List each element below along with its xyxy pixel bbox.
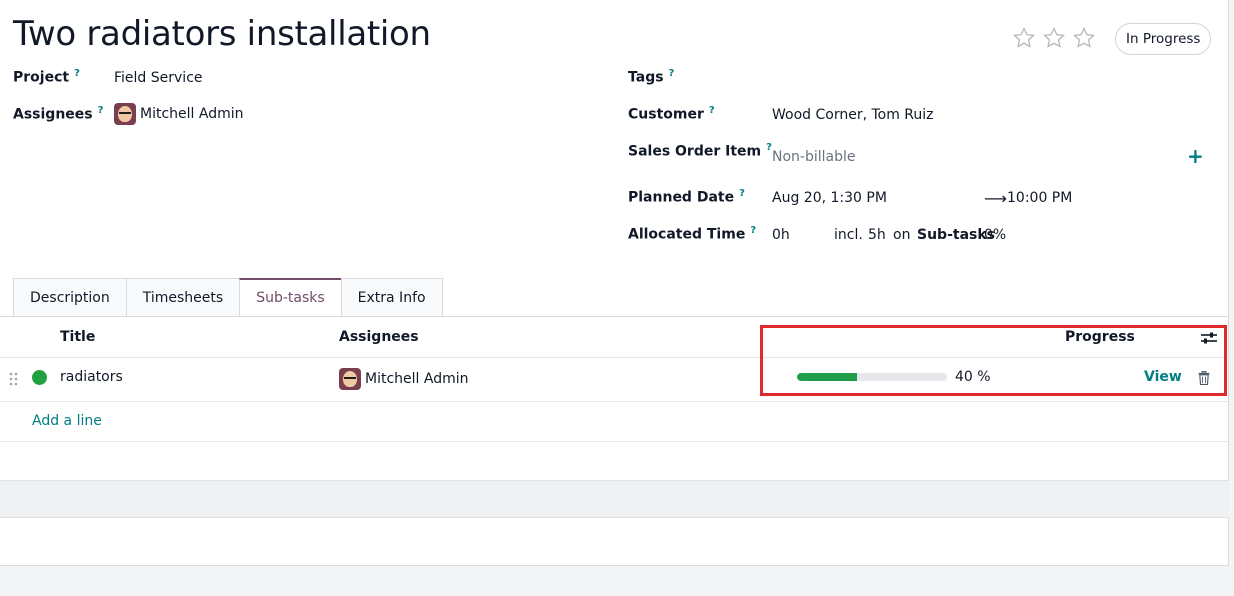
planned-start-field[interactable]: Aug 20, 1:30 PM <box>772 190 887 206</box>
progress-bar <box>797 373 947 381</box>
tab-description[interactable]: Description <box>13 278 126 317</box>
priority-stars[interactable] <box>1012 26 1096 50</box>
star-icon[interactable] <box>1072 26 1096 50</box>
form-sheet: Two radiators installation In Progress P… <box>0 0 1229 566</box>
star-icon[interactable] <box>1042 26 1066 50</box>
project-label: Project? <box>13 68 80 86</box>
sale-line-input[interactable]: Non-billable <box>772 149 856 165</box>
allocated-time-field[interactable]: 0h <box>772 227 790 243</box>
assignees-label: Assignees? <box>13 105 104 123</box>
allocated-time-label: Allocated Time? <box>628 225 757 243</box>
planned-date-label: Planned Date? <box>628 188 745 206</box>
help-icon[interactable]: ? <box>98 105 104 116</box>
subtask-assignee[interactable]: Mitchell Admin <box>339 368 469 390</box>
add-line-button[interactable]: Add a line <box>32 413 102 429</box>
incl-text: incl. <box>834 227 863 243</box>
star-icon[interactable] <box>1012 26 1036 50</box>
avatar <box>339 368 361 390</box>
project-field[interactable]: Field Service <box>114 70 203 86</box>
help-icon[interactable]: ? <box>750 225 756 236</box>
trash-icon[interactable] <box>1198 371 1210 385</box>
tags-label: Tags? <box>628 68 675 86</box>
assignees-field[interactable]: Mitchell Admin <box>114 103 244 125</box>
notebook-tabs: Description Timesheets Sub-tasks Extra I… <box>13 278 443 317</box>
on-text: on <box>893 227 911 243</box>
help-icon[interactable]: ? <box>669 68 675 79</box>
planned-end-field[interactable]: 10:00 PM <box>1007 190 1072 206</box>
task-title[interactable]: Two radiators installation <box>13 14 431 54</box>
sale-line-label: Sales Order Item? <box>628 142 772 160</box>
table-row[interactable]: radiators Mitchell Admin 40 % <box>0 358 1229 402</box>
help-icon[interactable]: ? <box>709 105 715 116</box>
help-icon[interactable]: ? <box>74 68 80 79</box>
state-dot-icon[interactable] <box>32 370 47 385</box>
allocated-progress: 0% <box>984 227 1007 243</box>
avatar <box>114 103 136 125</box>
subtask-title[interactable]: radiators <box>60 369 123 385</box>
assignee-name: Mitchell Admin <box>140 106 244 122</box>
column-title[interactable]: Title <box>60 329 95 345</box>
subtask-hours: 5h <box>868 227 886 243</box>
progress-bar-fill <box>797 373 857 381</box>
empty-row <box>0 480 1229 518</box>
column-progress[interactable]: Progress <box>1065 329 1135 345</box>
drag-handle-icon[interactable] <box>9 372 19 386</box>
arrow-right-icon: ⟶ <box>984 189 1007 208</box>
plus-icon[interactable]: + <box>1187 146 1204 166</box>
stage-button[interactable]: In Progress <box>1115 23 1212 55</box>
view-button[interactable]: View <box>1144 369 1182 385</box>
subtask-assignee-name: Mitchell Admin <box>365 371 469 387</box>
tab-timesheets[interactable]: Timesheets <box>125 278 240 317</box>
column-assignees[interactable]: Assignees <box>339 329 419 345</box>
help-icon[interactable]: ? <box>739 188 745 199</box>
sliders-icon[interactable] <box>1200 330 1218 346</box>
customer-field[interactable]: Wood Corner, Tom Ruiz <box>772 107 934 123</box>
table-header: Title Assignees Progress <box>0 317 1229 358</box>
add-line-row <box>0 402 1229 442</box>
customer-label: Customer? <box>628 105 715 123</box>
progress-text: 40 % <box>955 369 991 385</box>
tab-extra-info[interactable]: Extra Info <box>340 278 443 317</box>
tab-sub-tasks[interactable]: Sub-tasks <box>239 278 341 317</box>
